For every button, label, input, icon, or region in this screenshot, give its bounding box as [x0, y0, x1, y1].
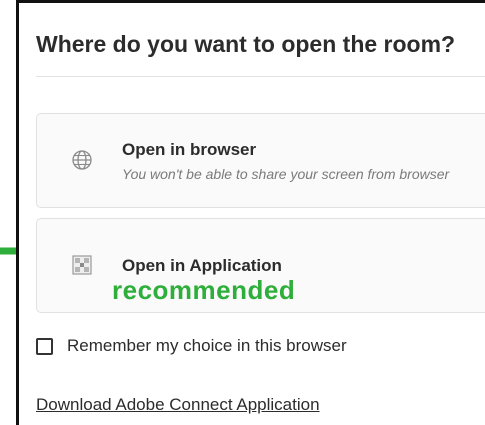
open-in-application-label: Open in Application	[122, 256, 282, 275]
open-in-browser-option[interactable]: Open in browser You won't be able to sha…	[36, 113, 485, 208]
dialog-title: Where do you want to open the room?	[36, 31, 456, 57]
open-in-application-option[interactable]: Open in Application recommended	[36, 218, 485, 313]
open-in-browser-label: Open in browser	[122, 140, 257, 159]
recommended-annotation: recommended	[112, 275, 296, 305]
globe-icon	[72, 150, 92, 170]
application-icon	[72, 255, 92, 275]
remember-choice-row: Remember my choice in this browser	[36, 336, 347, 356]
remember-choice-checkbox[interactable]	[36, 337, 53, 355]
open-in-browser-subtitle: You won't be able to share your screen f…	[122, 166, 450, 182]
download-application-link[interactable]: Download Adobe Connect Application	[36, 395, 320, 415]
open-room-dialog: Where do you want to open the room? Open…	[16, 0, 485, 425]
title-divider	[36, 76, 485, 77]
remember-choice-label[interactable]: Remember my choice in this browser	[67, 336, 347, 356]
